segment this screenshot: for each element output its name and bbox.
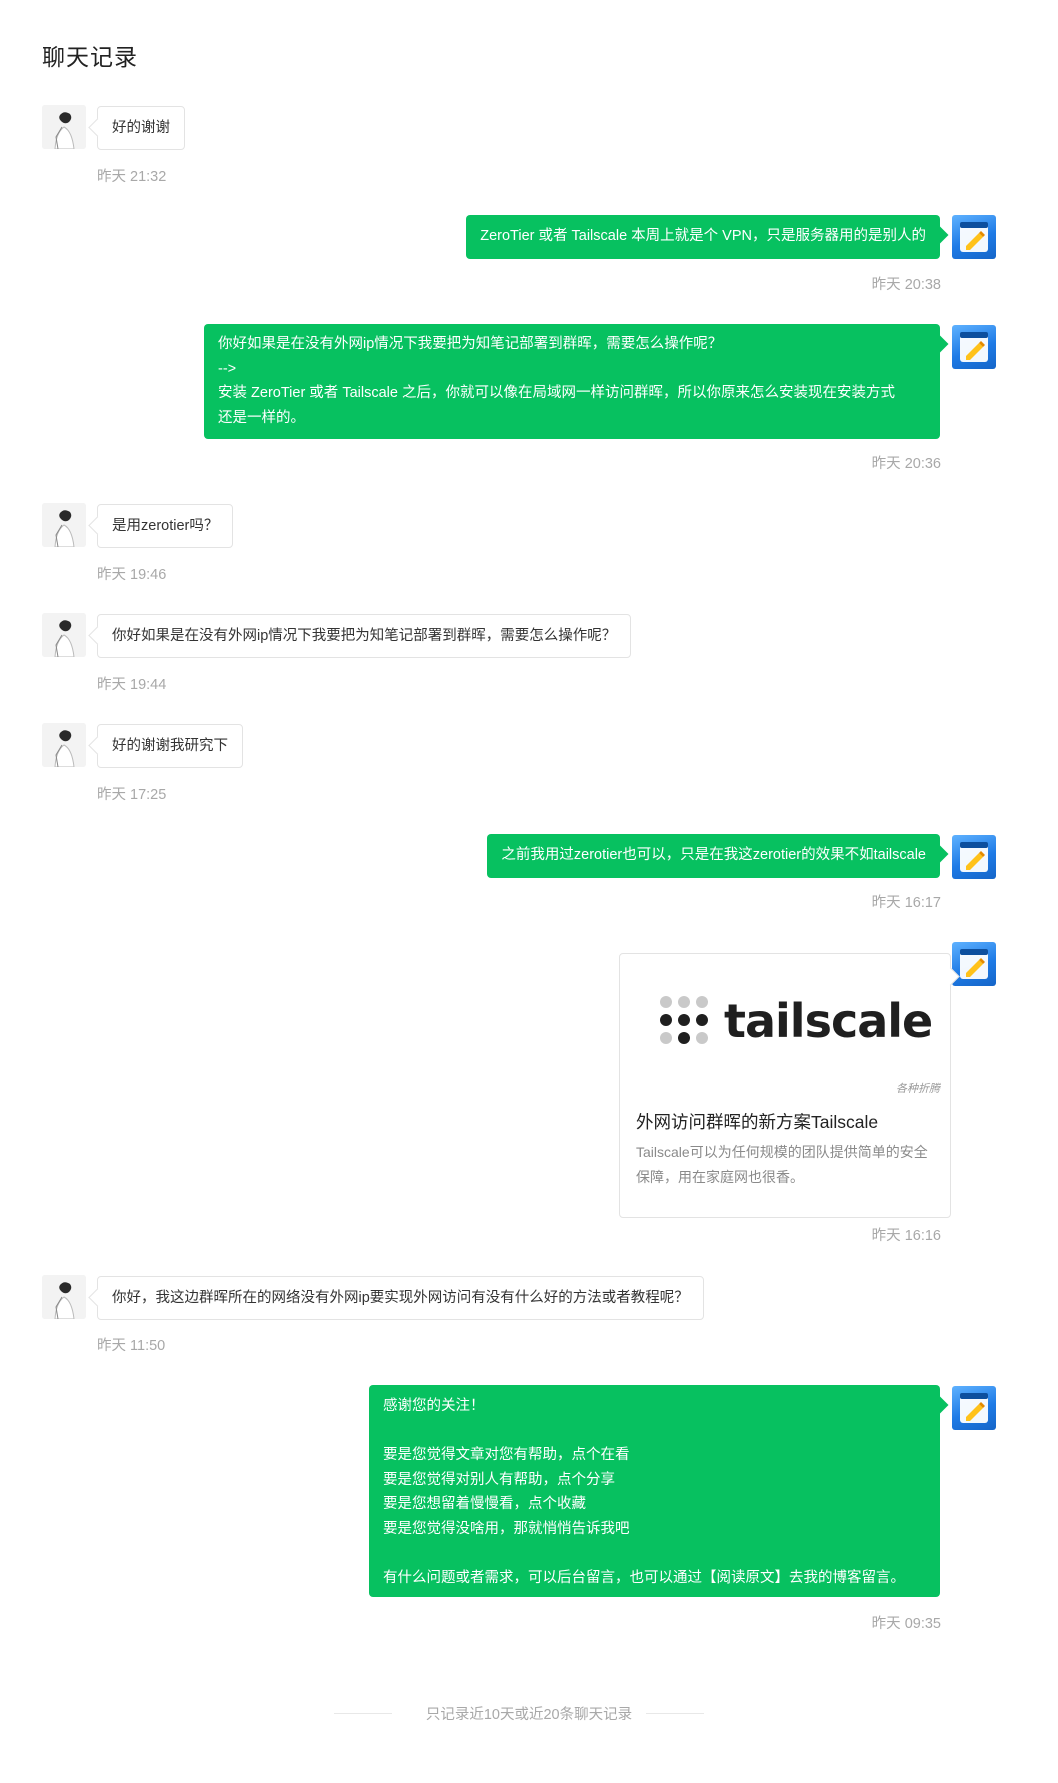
chat-bubble[interactable]: 你好如果是在没有外网ip情况下我要把为知笔记部署到群晖，需要怎么操作呢？ — [97, 614, 632, 658]
notepad-pen-icon[interactable] — [952, 1386, 996, 1430]
message-time: 昨天 17:25 — [97, 787, 167, 803]
notepad-pen-icon[interactable] — [952, 325, 996, 369]
card-source: 各种折腾 — [896, 1083, 940, 1095]
chat-bubble[interactable]: 好的谢谢我研究下 — [97, 724, 243, 768]
message-time: 昨天 20:38 — [871, 277, 941, 293]
chat-bubble[interactable]: 是用zerotier吗？ — [97, 504, 234, 548]
article-card[interactable]: tailscale 各种折腾 外网访问群晖的新方案Tailscale Tails… — [619, 953, 951, 1218]
person-avatar-icon[interactable] — [42, 613, 86, 657]
person-avatar-icon[interactable] — [42, 1275, 86, 1319]
page-title: 聊天记录 — [42, 44, 138, 70]
chat-bubble[interactable]: 好的谢谢 — [97, 106, 185, 150]
message-time: 昨天 19:46 — [97, 567, 167, 583]
footer-note: 只记录近10天或近20条聊天记录 — [425, 1707, 633, 1723]
chat-bubble[interactable]: 之前我用过zerotier也可以，只是在我这zerotier的效果不如tails… — [487, 834, 940, 878]
message-time: 昨天 11:50 — [97, 1338, 166, 1354]
person-avatar-icon[interactable] — [42, 503, 86, 547]
card-title[interactable]: 外网访问群晖的新方案Tailscale — [636, 1109, 878, 1134]
chat-bubble[interactable]: 你好如果是在没有外网ip情况下我要把为知笔记部署到群晖，需要怎么操作呢？ -->… — [204, 324, 940, 439]
message-time: 昨天 19:44 — [97, 677, 167, 693]
chat-bubble[interactable]: 你好，我这边群晖所在的网络没有外网ip要实现外网访问有没有什么好的方法或者教程呢… — [97, 1276, 704, 1320]
person-avatar-icon[interactable] — [42, 105, 86, 149]
message-time: 昨天 16:17 — [871, 895, 941, 911]
notepad-pen-icon[interactable] — [952, 942, 996, 986]
chat-bubble[interactable]: 感谢您的关注！ 要是您觉得文章对您有帮助，点个在看 要是您觉得对别人有帮助，点个… — [369, 1385, 940, 1597]
tailscale-logo-icon — [660, 996, 708, 1044]
message-time: 昨天 09:35 — [871, 1616, 941, 1632]
message-time: 昨天 20:36 — [871, 456, 941, 472]
message-time: 昨天 16:16 — [871, 1228, 941, 1244]
chat-bubble[interactable]: ZeroTier 或者 Tailscale 本周上就是个 VPN，只是服务器用的… — [466, 215, 940, 259]
notepad-pen-icon[interactable] — [952, 215, 996, 259]
person-avatar-icon[interactable] — [42, 723, 86, 767]
card-logo-text: tailscale — [724, 994, 933, 1048]
card-description: Tailscale可以为任何规模的团队提供简单的安全保障，用在家庭网也很香。 — [636, 1144, 928, 1185]
notepad-pen-icon[interactable] — [952, 835, 996, 879]
message-time: 昨天 21:32 — [97, 169, 167, 185]
